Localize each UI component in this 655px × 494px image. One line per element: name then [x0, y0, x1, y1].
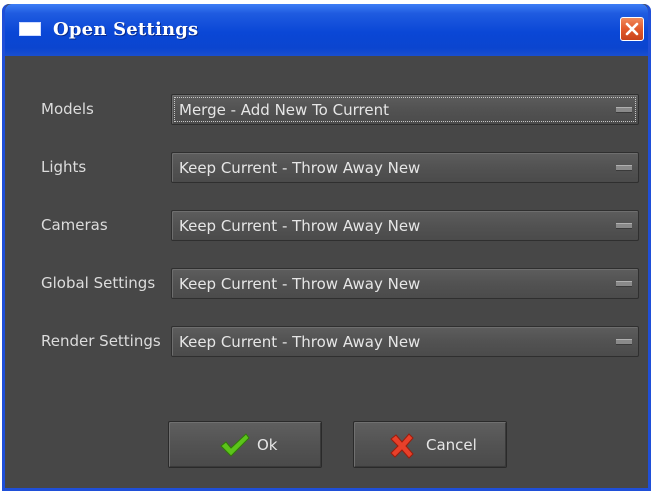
dropdown-handle-icon	[616, 281, 632, 287]
window-icon	[19, 22, 41, 36]
dropdown-handle-icon	[616, 339, 632, 345]
render-settings-dropdown[interactable]: Keep Current - Throw Away New	[171, 326, 639, 357]
render-settings-label: Render Settings	[41, 332, 161, 350]
checkmark-icon	[220, 433, 250, 457]
models-label: Models	[41, 100, 94, 118]
cameras-label: Cameras	[41, 216, 108, 234]
cancel-button-label: Cancel	[426, 436, 477, 454]
close-button[interactable]	[620, 17, 644, 41]
dropdown-handle-icon	[616, 223, 632, 229]
open-settings-dialog: Open Settings Models Merge - Add New To …	[2, 4, 651, 491]
ok-button[interactable]: Ok	[168, 421, 322, 468]
close-icon	[625, 22, 639, 36]
cameras-dropdown-value: Keep Current - Throw Away New	[179, 217, 421, 235]
dialog-title: Open Settings	[53, 19, 199, 40]
lights-label: Lights	[41, 158, 87, 176]
lights-dropdown[interactable]: Keep Current - Throw Away New	[171, 152, 639, 183]
dropdown-handle-icon	[616, 165, 632, 171]
ok-button-label: Ok	[257, 436, 278, 454]
cameras-dropdown[interactable]: Keep Current - Throw Away New	[171, 210, 639, 241]
dropdown-handle-icon	[616, 107, 632, 113]
models-dropdown-value: Merge - Add New To Current	[179, 101, 389, 119]
lights-dropdown-value: Keep Current - Throw Away New	[179, 159, 421, 177]
cancel-button[interactable]: Cancel	[353, 421, 507, 468]
global-settings-dropdown-value: Keep Current - Throw Away New	[179, 275, 421, 293]
x-mark-icon	[390, 433, 414, 459]
global-settings-dropdown[interactable]: Keep Current - Throw Away New	[171, 268, 639, 299]
global-settings-label: Global Settings	[41, 274, 156, 292]
dialog-body: Models Merge - Add New To Current Lights…	[5, 56, 648, 488]
render-settings-dropdown-value: Keep Current - Throw Away New	[179, 333, 421, 351]
models-dropdown[interactable]: Merge - Add New To Current	[171, 94, 639, 125]
title-bar[interactable]: Open Settings	[5, 4, 648, 56]
